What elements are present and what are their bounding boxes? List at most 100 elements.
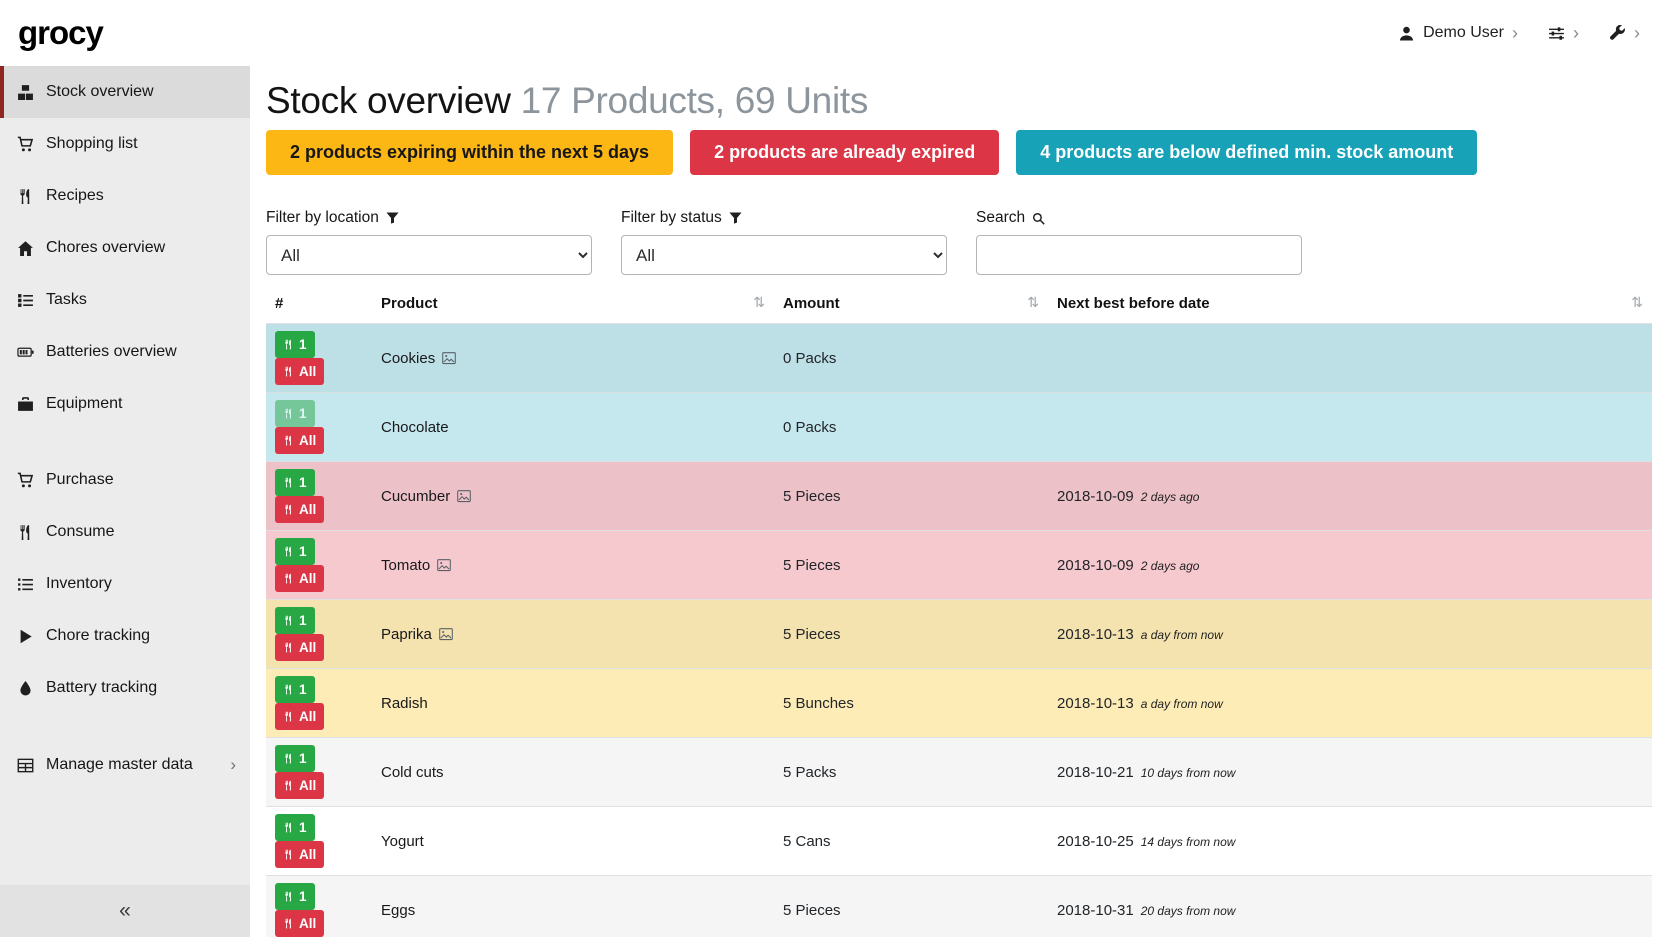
sidebar-item-label: Equipment bbox=[46, 395, 123, 413]
product-name[interactable]: Radish bbox=[381, 695, 428, 712]
consume-all-button[interactable]: All bbox=[275, 358, 324, 385]
consume-one-button[interactable]: 1 bbox=[275, 676, 315, 703]
column-header-next-best-before-date[interactable]: Next best before date ⇅ bbox=[1048, 283, 1652, 324]
consume-one-button[interactable]: 1 bbox=[275, 745, 315, 772]
product-name[interactable]: Cucumber bbox=[381, 488, 450, 505]
location-filter-select[interactable]: All bbox=[266, 235, 592, 275]
consume-one-button[interactable]: 1 bbox=[275, 400, 315, 427]
product-cell: Cookies bbox=[372, 324, 774, 393]
sort-icon: ⇅ bbox=[1027, 295, 1039, 311]
sidebar-item-recipes[interactable]: Recipes bbox=[0, 170, 250, 222]
sidebar-item-equipment[interactable]: Equipment bbox=[0, 378, 250, 430]
navbar-menus: Demo User › › › bbox=[1398, 24, 1640, 42]
utensils-icon bbox=[17, 188, 34, 205]
sidebar-item-stock-overview[interactable]: Stock overview bbox=[0, 66, 250, 118]
consume-one-button[interactable]: 1 bbox=[275, 814, 315, 841]
column-header-product[interactable]: Product⇅ bbox=[372, 283, 774, 324]
bbd-date: 2018-10-31 bbox=[1057, 902, 1134, 919]
consume-one-label: 1 bbox=[299, 475, 307, 490]
table-row: 1AllCucumber5 Pieces2018-10-092 days ago bbox=[266, 462, 1652, 531]
product-cell: Yogurt bbox=[372, 807, 774, 876]
sidebar-item-shopping-list[interactable]: Shopping list bbox=[0, 118, 250, 170]
sidebar-collapse-button[interactable]: « bbox=[0, 885, 250, 937]
consume-all-button[interactable]: All bbox=[275, 910, 324, 937]
amount-cell: 5 Bunches bbox=[774, 669, 1048, 738]
alert-info-button[interactable]: 4 products are below defined min. stock … bbox=[1016, 130, 1477, 175]
utensils-icon bbox=[283, 408, 294, 419]
consume-all-label: All bbox=[299, 433, 316, 448]
product-cell: Paprika bbox=[372, 600, 774, 669]
consume-all-button[interactable]: All bbox=[275, 703, 324, 730]
consume-one-button[interactable]: 1 bbox=[275, 607, 315, 634]
actions-cell: 1All bbox=[266, 807, 372, 876]
product-name[interactable]: Eggs bbox=[381, 902, 415, 919]
chevron-right-icon: › bbox=[1573, 24, 1579, 42]
consume-one-button[interactable]: 1 bbox=[275, 469, 315, 496]
amount-cell: 5 Pieces bbox=[774, 531, 1048, 600]
consume-all-button[interactable]: All bbox=[275, 841, 324, 868]
settings-menu[interactable]: › bbox=[1548, 24, 1579, 42]
top-navbar: grocy Demo User › › › bbox=[0, 0, 1668, 66]
consume-all-button[interactable]: All bbox=[275, 772, 324, 799]
sidebar-item-purchase[interactable]: Purchase bbox=[0, 454, 250, 506]
alert-warning-button[interactable]: 2 products expiring within the next 5 da… bbox=[266, 130, 673, 175]
image-icon bbox=[437, 559, 451, 571]
alert-danger-button[interactable]: 2 products are already expired bbox=[690, 130, 999, 175]
sidebar-item-tasks[interactable]: Tasks bbox=[0, 274, 250, 326]
consume-all-button[interactable]: All bbox=[275, 427, 324, 454]
status-filter-label: Filter by status bbox=[621, 209, 947, 227]
chevron-right-icon: › bbox=[1634, 24, 1640, 42]
app-logo[interactable]: grocy bbox=[18, 14, 103, 52]
sidebar-item-chores-overview[interactable]: Chores overview bbox=[0, 222, 250, 274]
sidebar-item-battery-tracking[interactable]: Battery tracking bbox=[0, 662, 250, 714]
tint-icon bbox=[17, 680, 34, 697]
product-name[interactable]: Tomato bbox=[381, 557, 430, 574]
consume-all-button[interactable]: All bbox=[275, 634, 324, 661]
column-header-index: # bbox=[266, 283, 372, 324]
sidebar-item-label: Manage master data bbox=[46, 756, 193, 774]
actions-cell: 1All bbox=[266, 324, 372, 393]
utensils-icon bbox=[283, 780, 294, 791]
bbd-relative: 20 days from now bbox=[1141, 904, 1236, 918]
consume-all-button[interactable]: All bbox=[275, 496, 324, 523]
amount-value: 0 Packs bbox=[783, 350, 836, 367]
search-icon bbox=[1032, 212, 1045, 225]
user-icon bbox=[1398, 25, 1415, 42]
product-name[interactable]: Cold cuts bbox=[381, 764, 444, 781]
consume-all-label: All bbox=[299, 502, 316, 517]
status-filter-select[interactable]: All bbox=[621, 235, 947, 275]
amount-cell: 0 Packs bbox=[774, 393, 1048, 462]
sidebar-item-manage-master-data[interactable]: Manage master data› bbox=[0, 738, 250, 792]
cart-icon bbox=[17, 472, 34, 489]
bbd-date: 2018-10-09 bbox=[1057, 488, 1134, 505]
amount-value: 5 Cans bbox=[783, 833, 831, 850]
sidebar-item-chore-tracking[interactable]: Chore tracking bbox=[0, 610, 250, 662]
sidebar-item-batteries-overview[interactable]: Batteries overview bbox=[0, 326, 250, 378]
amount-value: 0 Packs bbox=[783, 419, 836, 436]
column-label: Next best before date bbox=[1057, 295, 1210, 312]
sidebar-item-consume[interactable]: Consume bbox=[0, 506, 250, 558]
product-name[interactable]: Yogurt bbox=[381, 833, 424, 850]
sort-icon: ⇅ bbox=[1631, 295, 1643, 311]
column-header-amount[interactable]: Amount⇅ bbox=[774, 283, 1048, 324]
amount-cell: 5 Pieces bbox=[774, 876, 1048, 937]
admin-menu[interactable]: › bbox=[1609, 24, 1640, 42]
consume-one-button[interactable]: 1 bbox=[275, 883, 315, 910]
product-name[interactable]: Cookies bbox=[381, 350, 435, 367]
sidebar: Stock overviewShopping list Recipes Chores… bbox=[0, 66, 250, 937]
bbd-date: 2018-10-13 bbox=[1057, 695, 1134, 712]
consume-one-label: 1 bbox=[299, 544, 307, 559]
utensils-icon bbox=[283, 642, 294, 653]
search-input[interactable] bbox=[976, 235, 1302, 275]
utensils-icon bbox=[283, 891, 294, 902]
consume-all-button[interactable]: All bbox=[275, 565, 324, 592]
sidebar-item-label: Recipes bbox=[46, 187, 104, 205]
product-name[interactable]: Chocolate bbox=[381, 419, 449, 436]
table-row: 1All Cookies 0 Packs bbox=[266, 324, 1652, 393]
consume-one-button[interactable]: 1 bbox=[275, 331, 315, 358]
table-row: 1 All Chocolate 0 Packs bbox=[266, 393, 1652, 462]
consume-one-button[interactable]: 1 bbox=[275, 538, 315, 565]
product-name[interactable]: Paprika bbox=[381, 626, 432, 643]
user-menu[interactable]: Demo User › bbox=[1398, 24, 1518, 42]
sidebar-item-inventory[interactable]: Inventory bbox=[0, 558, 250, 610]
